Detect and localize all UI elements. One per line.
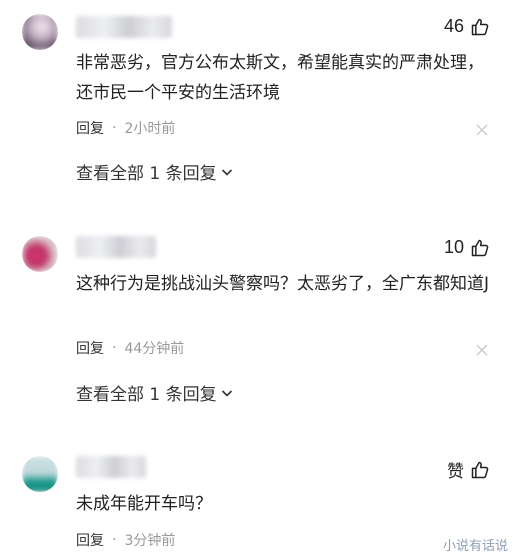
comment-text: 未成年能开车吗？	[76, 494, 212, 514]
thumbs-up-icon	[471, 239, 489, 256]
username-redacted[interactable]	[76, 16, 172, 38]
like-label: 赞	[447, 462, 464, 482]
avatar[interactable]	[22, 14, 58, 50]
avatar[interactable]	[22, 456, 58, 492]
comment-text: 非常恶劣，官方公布太斯文，希望能真实的严肃处理，还市民一个平安的生活环境	[76, 53, 484, 103]
view-all-replies-label: 查看全部 1 条回复	[76, 385, 217, 405]
avatar[interactable]	[22, 236, 58, 272]
thumbs-up-icon	[471, 18, 489, 35]
view-all-replies-link[interactable]: 查看全部 1 条回复	[76, 159, 234, 184]
like-button[interactable]: 赞	[447, 457, 490, 482]
comment-meta: 回复 · 44分钟前	[76, 338, 184, 358]
like-count: 10	[443, 237, 464, 257]
reply-button[interactable]: 回复	[76, 338, 104, 358]
comment-text: 这种行为是挑战汕头警察吗？太恶劣了，全广东都知道J	[76, 274, 490, 294]
thumbs-up-icon	[471, 461, 489, 478]
separator: ·	[112, 120, 117, 136]
timestamp: 2小时前	[124, 121, 176, 137]
reply-button[interactable]: 回复	[76, 118, 104, 138]
username-redacted[interactable]	[76, 236, 156, 258]
like-button[interactable]: 46	[444, 16, 490, 37]
reply-button[interactable]: 回复	[76, 530, 104, 550]
comment-meta: 回复 · 3分钟前	[76, 530, 175, 550]
view-all-replies-label: 查看全部 1 条回复	[76, 164, 217, 184]
like-count: 46	[443, 16, 464, 36]
view-all-replies-link[interactable]: 查看全部 1 条回复	[76, 380, 234, 405]
username-redacted[interactable]	[76, 456, 146, 478]
comment-meta: 回复 · 2小时前	[76, 118, 175, 138]
close-icon[interactable]	[476, 124, 488, 136]
chevron-down-icon	[221, 389, 232, 397]
watermark: 小说有话说	[442, 539, 508, 554]
timestamp: 44分钟前	[124, 341, 185, 357]
close-icon[interactable]	[476, 344, 488, 356]
like-button[interactable]: 10	[444, 237, 490, 258]
separator: ·	[112, 340, 117, 356]
timestamp: 3分钟前	[124, 533, 176, 549]
chevron-down-icon	[221, 168, 232, 176]
separator: ·	[112, 532, 117, 548]
